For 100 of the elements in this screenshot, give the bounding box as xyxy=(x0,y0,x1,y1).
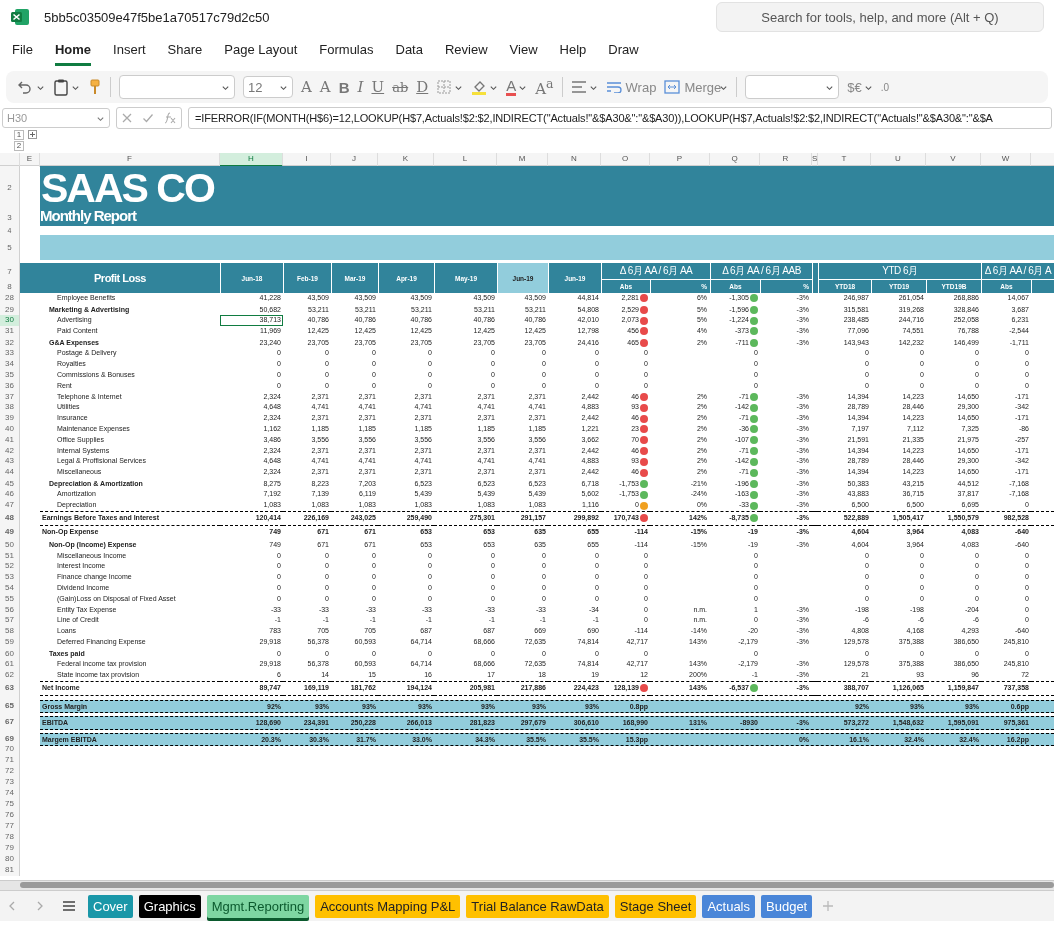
row-number[interactable]: 33 xyxy=(0,348,20,360)
column-header[interactable]: H xyxy=(220,153,283,167)
clipboard-icon[interactable] xyxy=(53,78,69,96)
row-number[interactable]: 70 xyxy=(0,744,20,756)
spreadsheet-app-icon xyxy=(10,7,30,27)
row-number[interactable]: 73 xyxy=(0,777,20,789)
sheet-tab[interactable]: Trial Balance RawData xyxy=(466,894,609,918)
row-number[interactable]: 79 xyxy=(0,843,20,855)
row-number[interactable]: 28 xyxy=(0,293,20,304)
merge-icon xyxy=(664,80,681,94)
file-name: 5bb5c03509e47f5be1a70517c79d2c50 xyxy=(44,9,270,25)
menu-tab[interactable]: Home xyxy=(54,36,92,66)
text-effects-button[interactable]: A$^{a}$ xyxy=(535,76,554,98)
header-cell: YTD 6月 xyxy=(818,263,981,279)
row-number[interactable]: 31 xyxy=(0,326,20,337)
row-number[interactable]: 52 xyxy=(0,561,20,573)
menu-tab[interactable]: Data xyxy=(395,36,423,66)
format-button[interactable]: A xyxy=(301,78,312,96)
font-color-button[interactable]: A xyxy=(506,78,517,96)
row-number[interactable]: 39 xyxy=(0,413,20,424)
row-number[interactable]: 55 xyxy=(0,593,20,605)
header-cell: Δ 6月 AA / 6月 AAB xyxy=(710,263,812,279)
sheet-tab[interactable]: Graphics xyxy=(138,894,201,918)
format-button[interactable]: ab xyxy=(392,79,409,95)
format-button[interactable]: U xyxy=(371,78,385,96)
outline-level-button[interactable]: 2 xyxy=(14,141,24,151)
formula-field[interactable]: =IFERROR(IF(MONTH(H$6)=12,LOOKUP(H$7,Actuals!$2:$2,INDIRECT("Actuals!"&$A30&":"&$A30)),LOOKUP(H$7,Actuals!$2:$2,INDIRECT("Actuals!"&$A30&":"&$A xyxy=(188,107,1052,129)
row-number[interactable]: 47 xyxy=(0,500,20,513)
currency-button[interactable]: $€ xyxy=(847,79,862,95)
row-number[interactable]: 3 xyxy=(0,208,20,226)
menu-tab[interactable]: Page Layout xyxy=(224,36,298,66)
row-number[interactable]: 77 xyxy=(0,821,20,833)
sheet-tab[interactable]: Budget xyxy=(761,894,813,918)
row-number[interactable]: 80 xyxy=(0,854,20,866)
menu-tab[interactable]: Share xyxy=(167,36,203,66)
sheet-tab[interactable]: Stage Sheet xyxy=(614,894,697,918)
sheet-tab[interactable]: Mgmt.Reporting xyxy=(206,894,310,918)
wrap-button[interactable]: Wrap xyxy=(605,79,657,95)
menu-tab[interactable]: Help xyxy=(559,36,587,66)
menu-tab[interactable]: Insert xyxy=(113,36,146,66)
row-number[interactable]: 57 xyxy=(0,615,20,627)
align-icon[interactable] xyxy=(570,80,587,94)
row-number[interactable]: 30 xyxy=(0,315,20,327)
row-number[interactable]: 76 xyxy=(0,810,20,822)
row-number[interactable]: 38 xyxy=(0,402,20,414)
report-title: SAAS CO xyxy=(40,166,1054,208)
format-button[interactable]: D xyxy=(416,78,429,96)
search-field[interactable]: Search for tools, help, and more (Alt + Q) xyxy=(716,2,1044,32)
menu-tab[interactable]: Draw xyxy=(608,36,639,66)
row-number[interactable]: 75 xyxy=(0,799,20,811)
font-size-dropdown[interactable]: 12 xyxy=(243,76,293,98)
header-cell: Δ 6月 AA / 6月 A xyxy=(981,263,1054,279)
outline-level-button[interactable]: 1 xyxy=(14,130,24,140)
row-number[interactable]: 8 xyxy=(0,279,20,293)
row-number[interactable]: 35 xyxy=(0,370,20,381)
row-number[interactable]: 34 xyxy=(0,359,20,370)
row-number[interactable]: 72 xyxy=(0,766,20,778)
row-number[interactable]: 81 xyxy=(0,865,20,877)
row-number[interactable]: 61 xyxy=(0,659,20,670)
row-number[interactable]: 62 xyxy=(0,670,20,682)
row-number[interactable]: 43 xyxy=(0,456,20,468)
row-number[interactable]: 7 xyxy=(0,263,20,279)
row-number[interactable]: 53 xyxy=(0,572,20,583)
row-number[interactable]: 41 xyxy=(0,434,20,446)
row-number[interactable]: 36 xyxy=(0,380,20,392)
row-number[interactable]: 49 xyxy=(0,525,20,540)
merge-button[interactable]: Merge xyxy=(664,79,729,95)
row-number[interactable]: 71 xyxy=(0,755,20,767)
menu-icon[interactable] xyxy=(62,900,76,913)
menu-tab[interactable]: View xyxy=(509,36,538,66)
sheet-tab[interactable]: Accounts Mapping P&L xyxy=(315,894,461,918)
format-button[interactable]: I xyxy=(357,78,364,96)
row-number[interactable]: 78 xyxy=(0,832,20,844)
row-number[interactable]: 44 xyxy=(0,467,20,478)
row-number[interactable]: 54 xyxy=(0,582,20,594)
cancel-icon[interactable] xyxy=(121,112,134,124)
menu-tab[interactable]: Formulas xyxy=(319,36,374,66)
format-painter-icon[interactable] xyxy=(88,78,102,96)
row-number[interactable]: 5 xyxy=(0,235,20,260)
row-number[interactable]: 59 xyxy=(0,636,20,648)
expand-icon[interactable] xyxy=(28,130,37,139)
header-background xyxy=(812,263,818,293)
row-number[interactable]: 2 xyxy=(0,166,20,208)
checkmark-icon[interactable] xyxy=(142,112,154,124)
sheet-tab[interactable]: Cover xyxy=(88,894,133,918)
format-button[interactable]: B xyxy=(338,78,350,96)
row-number[interactable]: 40 xyxy=(0,423,20,435)
row-number[interactable]: 50 xyxy=(0,539,20,551)
header-cell: Δ 6月 AA / 6月 AA xyxy=(601,263,710,279)
scrollbar-thumb[interactable] xyxy=(20,882,1054,889)
wrap-icon xyxy=(605,81,622,93)
row-number[interactable]: 46 xyxy=(0,489,20,501)
row-number[interactable]: 74 xyxy=(0,788,20,800)
row-number[interactable]: 58 xyxy=(0,626,20,637)
menu-tab[interactable]: Review xyxy=(444,36,488,66)
format-button[interactable]: A xyxy=(319,78,331,96)
decimal-button[interactable]: .0 xyxy=(880,81,890,93)
menu-tab[interactable]: File xyxy=(12,36,33,66)
sheet-tab[interactable]: Actuals xyxy=(702,894,755,918)
header-cell: Profit Loss xyxy=(20,263,220,293)
